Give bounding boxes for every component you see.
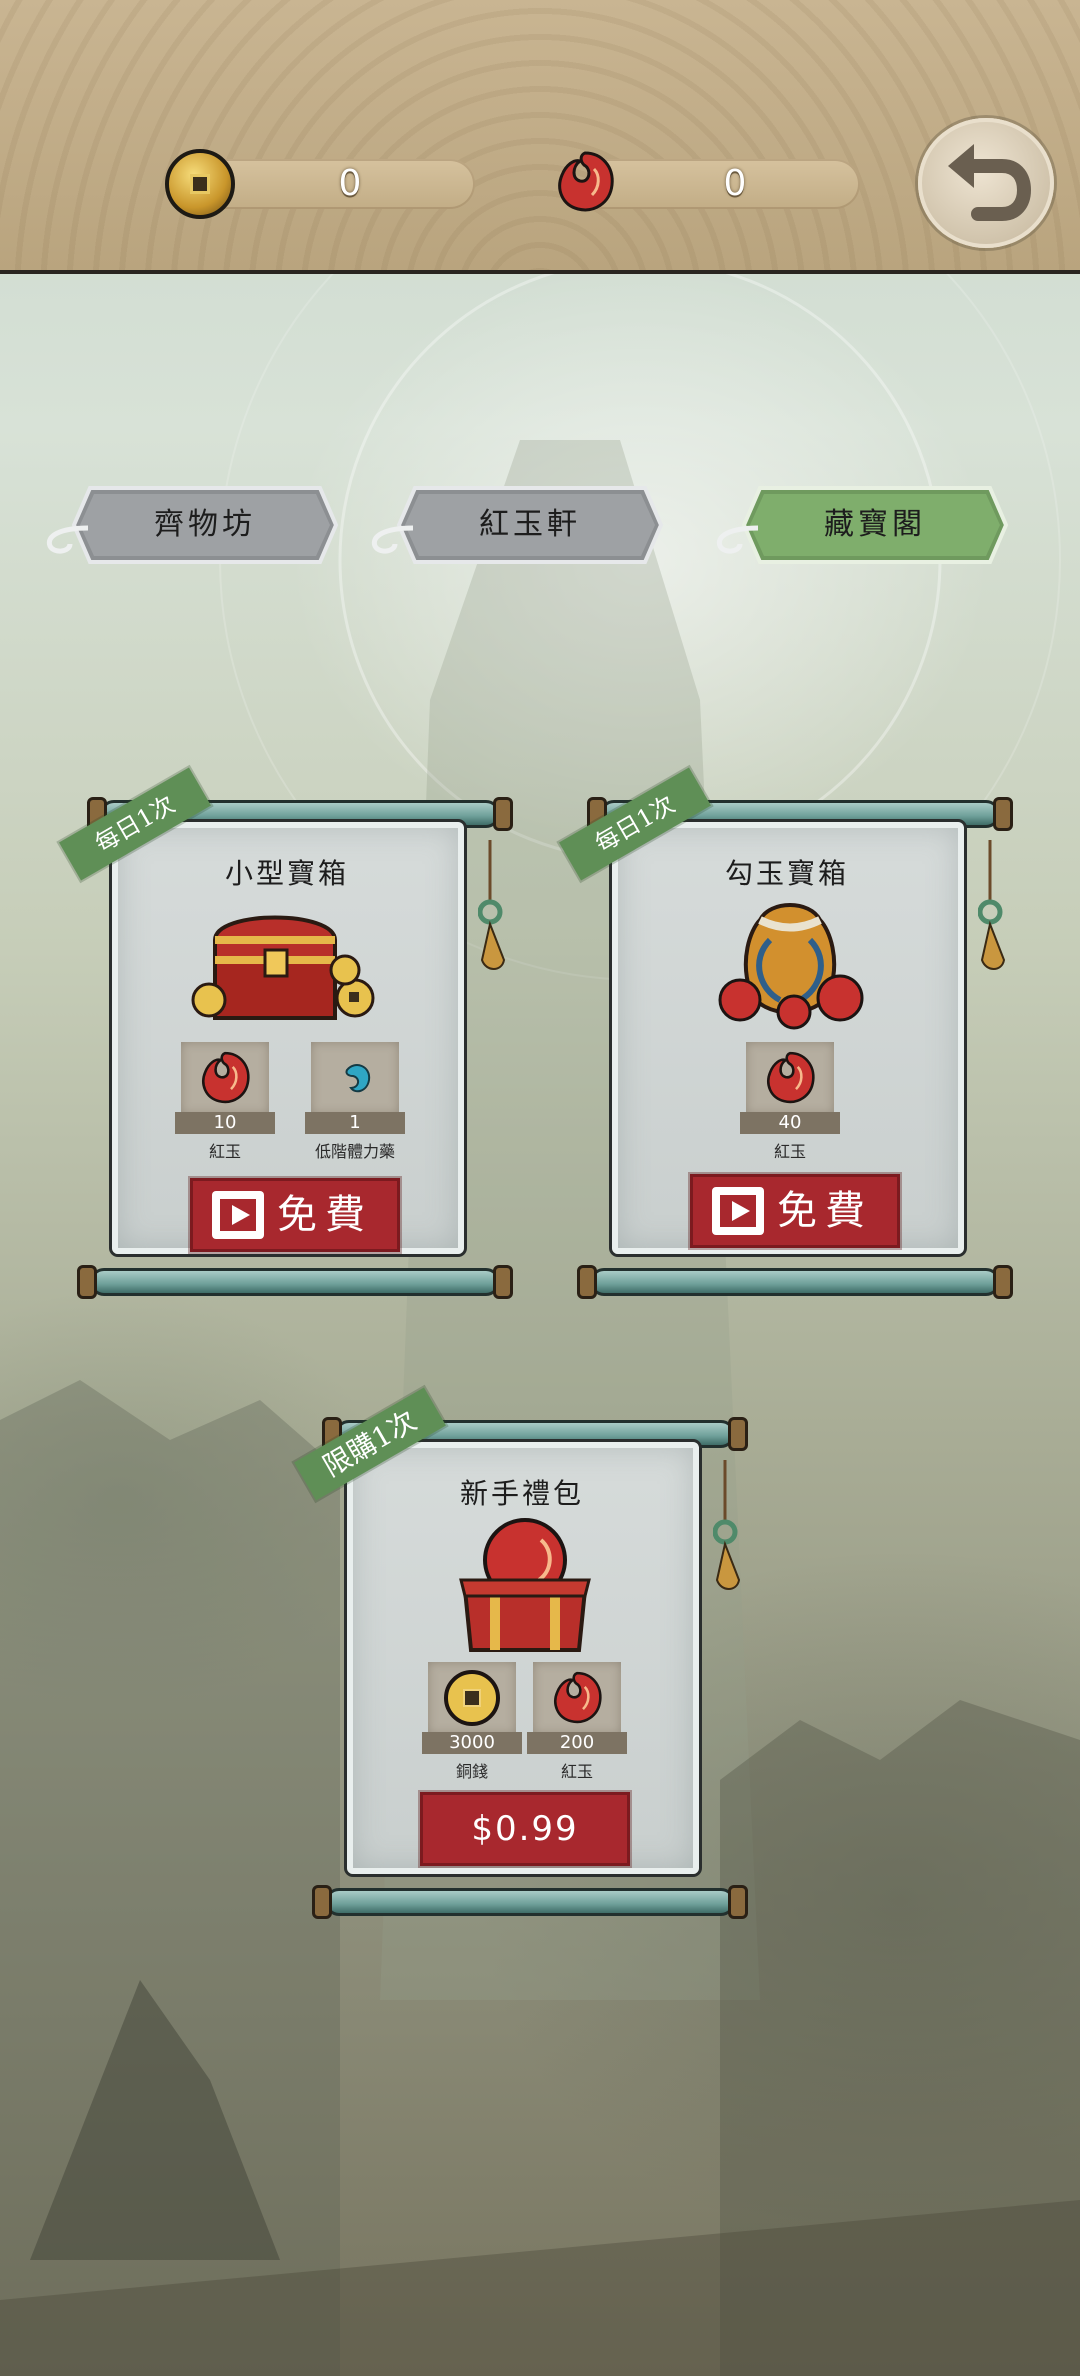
item-count: 10 bbox=[175, 1112, 275, 1134]
scroll-rod-bottom bbox=[77, 1265, 513, 1299]
card-title: 新手禮包 bbox=[459, 1477, 584, 1510]
gift-box-icon bbox=[459, 1518, 591, 1652]
stamina-pill-icon bbox=[345, 1064, 371, 1093]
jade-pendant-icon bbox=[978, 840, 1006, 970]
item-name: 紅玉 bbox=[560, 1762, 593, 1781]
red-jade-icon bbox=[202, 1051, 250, 1104]
free-claim-button[interactable]: 免費 bbox=[690, 1174, 900, 1248]
jade-counter: 0 bbox=[550, 151, 870, 217]
scroll-rod-bottom bbox=[577, 1265, 1013, 1299]
tab-qiwufang[interactable]: 齊物坊 bbox=[40, 482, 340, 568]
item-count: 40 bbox=[740, 1112, 840, 1134]
top-bar: 0 0 bbox=[0, 0, 1080, 274]
jade-pouch-icon bbox=[718, 903, 864, 1030]
tab-label: 齊物坊 bbox=[154, 507, 256, 542]
item-name: 低階體力藥 bbox=[314, 1142, 395, 1161]
jade-pendant-icon bbox=[713, 1460, 741, 1590]
coin-counter: 0 bbox=[165, 149, 485, 219]
item-name: 紅玉 bbox=[208, 1142, 241, 1161]
copper-coin-icon bbox=[165, 149, 235, 219]
tab-hongyuxuan[interactable]: 紅玉軒 bbox=[365, 482, 665, 568]
free-claim-button[interactable]: 免費 bbox=[190, 1178, 400, 1252]
jade-value: 0 bbox=[723, 163, 747, 204]
item-count: 1 bbox=[305, 1112, 405, 1134]
jade-pendant-icon bbox=[478, 840, 506, 970]
shop-card-small-chest: 每日1次 小型寶箱 10 紅玉 1 低階體力藥 免費 bbox=[59, 767, 513, 1310]
video-ad-icon bbox=[712, 1187, 764, 1235]
tab-label: 紅玉軒 bbox=[479, 507, 581, 542]
price-label: $0.99 bbox=[471, 1809, 579, 1849]
shop-card-starter-pack: 限購1次 新手禮包 3000 銅錢 200 紅玉 $0.99 bbox=[294, 1387, 748, 1930]
item-name: 紅玉 bbox=[773, 1142, 806, 1161]
shop-card-gouyu-chest: 每日1次 勾玉寶箱 40 紅玉 免費 bbox=[559, 767, 1013, 1310]
video-ad-icon bbox=[212, 1191, 264, 1239]
scroll-rod-bottom bbox=[312, 1885, 748, 1919]
tab-cangbaoge[interactable]: 藏寶閣 bbox=[710, 482, 1010, 568]
red-jade-icon bbox=[767, 1051, 815, 1104]
item-count: 3000 bbox=[422, 1732, 522, 1754]
purchase-button[interactable]: $0.99 bbox=[420, 1792, 630, 1866]
card-title: 勾玉寶箱 bbox=[724, 857, 849, 890]
item-count: 200 bbox=[527, 1732, 627, 1754]
treasure-chest-icon bbox=[191, 915, 375, 1020]
tab-label: 藏寶閣 bbox=[824, 507, 926, 542]
card-title: 小型寶箱 bbox=[224, 857, 349, 890]
copper-coin-icon bbox=[444, 1670, 500, 1726]
red-jade-icon bbox=[558, 151, 614, 212]
return-arrow-icon bbox=[948, 144, 1032, 221]
back-button[interactable] bbox=[918, 118, 1054, 248]
coin-value: 0 bbox=[338, 163, 362, 204]
red-jade-icon bbox=[554, 1671, 602, 1724]
